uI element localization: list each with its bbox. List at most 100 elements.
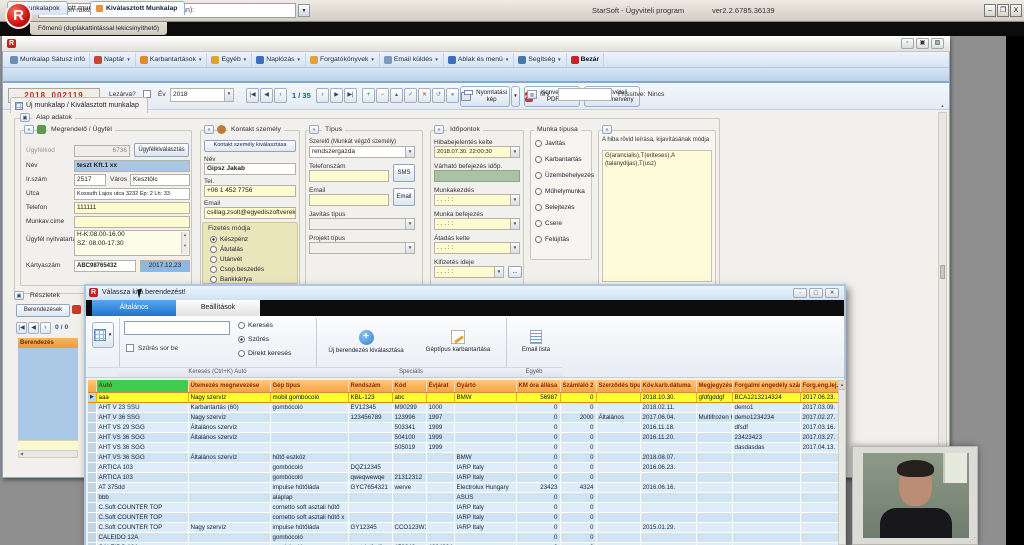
chevron-down-icon[interactable]: ▼	[494, 267, 503, 277]
cell-r1c6[interactable]	[426, 392, 455, 403]
cell-r4c10[interactable]	[596, 422, 641, 433]
dialog-tab-beallitasok[interactable]: Beállítások	[176, 300, 260, 316]
cell-r15c7[interactable]	[454, 532, 517, 543]
berendezes-grid-newrow[interactable]	[18, 440, 78, 450]
cell-r5c1[interactable]: AHT VS 36 SGG	[96, 432, 189, 443]
cell-r12c9[interactable]: 0	[560, 502, 597, 513]
cell-r12c2[interactable]	[188, 502, 271, 513]
menu-item-4[interactable]: Egyéb ▼	[207, 52, 253, 67]
cell-r14c13[interactable]	[732, 522, 801, 533]
radio-option-direkt-keres-s[interactable]: Direkt keresés	[238, 350, 291, 357]
chevron-down-icon[interactable]: ▼	[510, 243, 519, 253]
cell-r3c12[interactable]: Multifrozen Kft.	[696, 412, 733, 423]
cell-r4c14[interactable]: 2017.03.16.	[800, 422, 838, 433]
cell-r3c2[interactable]: Nagy szervíz	[188, 412, 271, 423]
chevron-down-icon[interactable]: ▼	[510, 147, 519, 157]
radio-icon[interactable]	[210, 256, 217, 263]
cell-r6c12[interactable]	[696, 442, 733, 453]
cell-r7c1[interactable]: AHT VS 36 SGG	[96, 452, 189, 463]
cell-r8c7[interactable]: IARP Italy	[454, 462, 517, 473]
cell-r3c1[interactable]: AHT V 36 SSG	[96, 412, 189, 423]
cell-r5c8[interactable]: 0	[516, 432, 561, 443]
cell-r12c8[interactable]: 0	[516, 502, 561, 513]
cell-r8c14[interactable]	[800, 462, 838, 473]
cell-r7c8[interactable]: 0	[516, 452, 561, 463]
table-row-3[interactable]: AHT V 36 SSG Nagy szervíz 123456789 123996 1…	[88, 412, 838, 423]
munkav-cime-field[interactable]	[74, 216, 190, 228]
cell-r10c3[interactable]: impulse hűtőláda	[270, 482, 349, 493]
row-indicator[interactable]	[88, 522, 97, 533]
cell-r2c12[interactable]	[696, 402, 733, 413]
cell-r11c14[interactable]	[800, 492, 838, 503]
radio-icon[interactable]	[238, 336, 245, 343]
befejezes-select[interactable]: . . . : : ▼	[434, 218, 520, 230]
cell-r8c4[interactable]: DQZ12345	[348, 462, 393, 473]
dialog-tab-altalanos[interactable]: Általános	[92, 300, 176, 316]
cell-r5c11[interactable]: 2016.11.20.	[640, 432, 697, 443]
column-header-10[interactable]: Szerződés típus	[596, 380, 641, 393]
cell-r9c9[interactable]: 0	[560, 472, 597, 483]
cell-r6c3[interactable]	[270, 442, 349, 453]
cell-r13c8[interactable]: 0	[516, 512, 561, 523]
cell-r5c7[interactable]	[454, 432, 517, 443]
ev-select[interactable]: 2018 ▼	[170, 88, 234, 102]
cell-r13c11[interactable]	[640, 512, 697, 523]
cell-r2c7[interactable]	[454, 402, 517, 413]
mini-scrollbar[interactable]: ▲ ▼	[181, 232, 188, 254]
tab-kivalasztott-munkalap[interactable]: Kiválasztott Munkalap	[90, 1, 186, 15]
radio-icon[interactable]	[535, 172, 542, 179]
cell-r4c4[interactable]	[348, 422, 393, 433]
cell-r12c13[interactable]	[732, 502, 801, 513]
cell-r8c12[interactable]	[696, 462, 733, 473]
cell-r2c1[interactable]: AHT V 23 SSU	[96, 402, 189, 413]
table-row-5[interactable]: AHT VS 36 SGG Általános szervíz 504100 1999…	[88, 432, 838, 443]
cell-r7c3[interactable]: hűtő eszköz	[270, 452, 349, 463]
cell-r12c6[interactable]	[426, 502, 455, 513]
szures-sor-checkbox[interactable]	[126, 344, 134, 352]
cell-r8c5[interactable]	[392, 462, 427, 473]
cell-r11c13[interactable]	[732, 492, 801, 503]
cell-r10c14[interactable]	[800, 482, 838, 493]
cell-r3c5[interactable]: 123996	[392, 412, 427, 423]
cell-r8c10[interactable]	[596, 462, 641, 473]
cell-r7c6[interactable]	[426, 452, 455, 463]
column-header-6[interactable]: Évjárat	[426, 380, 455, 393]
cell-r2c2[interactable]: Karbantartás (60)	[188, 402, 271, 413]
row-indicator[interactable]	[88, 482, 97, 493]
column-header-11[interactable]: Köv.karb.dátuma	[640, 380, 697, 393]
nav-first-prev-3[interactable]: ‹	[274, 88, 287, 103]
cell-r8c3[interactable]: gombócoló	[270, 462, 349, 473]
cell-r6c10[interactable]	[596, 442, 641, 453]
cell-r6c6[interactable]: 1999	[426, 442, 455, 453]
column-header-7[interactable]: Gyártó	[454, 380, 517, 393]
berendezes-hscrollbar[interactable]: ◀	[18, 450, 78, 458]
table-row-6[interactable]: AHT VS 36 SGG 505019 1999 0 0 dasdasdas 2017.0…	[88, 442, 838, 453]
kartya-datum-field[interactable]: 2017.12.23	[140, 260, 190, 272]
radio-option--tutal-s[interactable]: Átutalás	[210, 246, 243, 253]
radio-icon[interactable]	[535, 188, 542, 195]
grid-view-button[interactable]: ▼	[92, 322, 114, 348]
cell-r14c8[interactable]: 0	[516, 522, 561, 533]
nav-next-last-3[interactable]: ▶|	[344, 88, 357, 103]
cell-r6c5[interactable]: 505019	[392, 442, 427, 453]
kifizetes-more-button[interactable]: ...	[508, 266, 522, 278]
table-row-8[interactable]: ARTICA 103 gombócoló DQZ12345 IARP Italy 0 0 2…	[88, 462, 838, 473]
cell-r3c7[interactable]	[454, 412, 517, 423]
cell-r13c4[interactable]	[348, 512, 393, 523]
column-header-3[interactable]: Gép típus	[270, 380, 349, 393]
kontakt-tel-field[interactable]: +06 1 452 7756	[204, 185, 296, 197]
cell-r11c2[interactable]	[188, 492, 271, 503]
cell-r11c7[interactable]: ASUS	[454, 492, 517, 503]
row-indicator[interactable]	[88, 502, 97, 513]
cell-r9c7[interactable]: IARP Italy	[454, 472, 517, 483]
javitas-tipus-select[interactable]: ▼	[309, 218, 415, 230]
cell-r7c5[interactable]	[392, 452, 427, 463]
dialog-titlebar[interactable]: R Válassza ki a berendezést!	[86, 286, 844, 300]
column-header-4[interactable]: Rendszám	[348, 380, 393, 393]
cell-r5c14[interactable]: 2017.03.27.	[800, 432, 838, 443]
radio-option-k-szp-nz[interactable]: Készpénz	[210, 236, 248, 243]
cell-r12c3[interactable]: cornetto soft asztali hűtő	[270, 502, 349, 513]
column-header-5[interactable]: Kód	[392, 380, 427, 393]
nav-next-last-2[interactable]: ▶	[330, 88, 343, 103]
menu-item-6[interactable]: Forgatókönyvek ▼	[306, 52, 380, 67]
